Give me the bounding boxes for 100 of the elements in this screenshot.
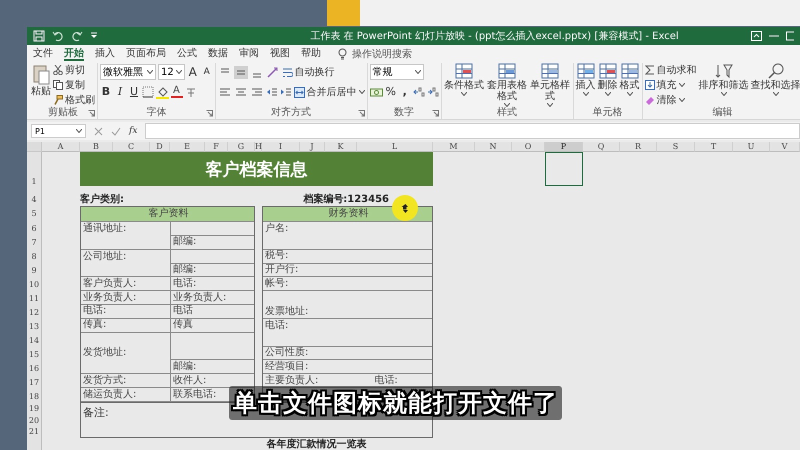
caret-icon[interactable] [76,129,82,133]
ribbon-button[interactable]: 格式刷 [53,93,95,106]
borders-icon[interactable] [142,86,154,98]
caret-icon[interactable] [358,90,365,94]
italic-button[interactable]: I [114,85,126,99]
row-header[interactable]: 16 [27,361,42,375]
column-header[interactable]: E [170,142,205,152]
dialog-launcher-icon[interactable] [358,110,365,117]
undo-icon[interactable] [52,30,64,42]
align-center-icon[interactable] [234,86,248,98]
row-header[interactable]: 9 [27,263,42,277]
enter-icon[interactable] [111,126,121,136]
ribbon-button[interactable]: 排序和筛选 [698,63,749,96]
column-header[interactable]: B [80,142,113,152]
ribbon-display-icon[interactable] [751,31,762,41]
column-header[interactable]: D [150,142,170,152]
caret-icon[interactable] [461,92,468,96]
row-header[interactable]: 15 [27,347,42,361]
row-header[interactable]: 13 [27,319,42,333]
align-middle-icon[interactable] [234,66,248,78]
row-header[interactable]: 4 [27,192,42,206]
cancel-icon[interactable] [94,126,103,136]
column-header[interactable]: L [357,142,433,152]
caret-icon[interactable] [176,70,182,74]
font-color-button[interactable]: A [171,86,183,98]
column-header[interactable]: P [545,142,583,152]
fill-color-icon[interactable] [156,86,169,98]
row-header[interactable]: 11 [27,291,42,305]
column-header[interactable]: C [113,142,150,152]
ribbon-button[interactable]: 剪切 [53,63,95,76]
align-left-icon[interactable] [218,86,232,98]
column-header[interactable]: M [433,142,475,152]
search-box[interactable]: 操作说明搜索 [338,46,412,60]
column-header[interactable]: R [620,142,657,152]
ribbon-button[interactable]: 合并后居中 [294,86,365,98]
ribbon-tab[interactable]: 审阅 [239,46,259,61]
increase-decimal-icon[interactable] [412,86,425,98]
font-size-field[interactable]: 12 [158,64,185,80]
caret-icon[interactable] [678,98,685,102]
bold-button[interactable]: B [100,85,112,99]
ribbon-button[interactable]: 填充 [644,78,697,91]
column-header[interactable]: G [228,142,255,152]
column-header[interactable]: K [325,142,357,152]
row-header[interactable]: 10 [27,277,42,291]
ribbon-button[interactable]: 套用表格格式 [486,63,528,107]
ribbon-tab[interactable]: 文件 [33,46,53,61]
row-header[interactable]: 6 [27,221,42,235]
column-header[interactable]: O [512,142,545,152]
row-header[interactable]: 8 [27,249,42,263]
caret-icon[interactable] [414,70,421,74]
ribbon-tab[interactable]: 插入 [95,46,115,61]
dialog-launcher-icon[interactable] [206,110,213,117]
phonetic-icon[interactable] [185,86,197,98]
maximize-icon[interactable] [786,31,794,41]
column-header[interactable]: N [475,142,512,152]
ribbon-button[interactable]: 自动求和 [644,63,697,76]
row-header[interactable]: 19 [27,403,42,414]
row-header[interactable]: 18 [27,389,42,403]
ribbon-button[interactable]: 条件格式 [444,63,485,96]
formula-input[interactable] [145,123,800,139]
font-name-field[interactable]: 微软雅黑 [100,64,156,80]
ribbon-button[interactable]: 查找和选择 [750,63,800,96]
caret-icon[interactable] [504,103,510,107]
row-header[interactable]: 21 [27,426,42,438]
ribbon-button[interactable]: 插入 [576,63,596,96]
ribbon-button[interactable]: 单元格样式 [530,63,571,107]
insert-function-button[interactable]: fx [129,126,138,136]
dialog-launcher-icon[interactable] [432,110,439,117]
underline-button[interactable]: U [128,85,140,99]
column-header[interactable]: V [770,142,800,152]
column-header[interactable]: F [205,142,228,152]
row-header[interactable]: 5 [27,206,42,221]
customize-icon[interactable] [90,32,98,40]
redo-icon[interactable] [71,30,83,42]
comma-button[interactable]: , [398,85,411,99]
column-header[interactable]: A [42,142,80,152]
decrease-indent-icon[interactable] [266,86,278,98]
row-header[interactable]: 20 [27,414,42,426]
currency-icon[interactable] [370,86,383,98]
text-orientation-icon[interactable] [266,66,280,78]
caret-icon[interactable] [626,92,633,96]
ribbon-button[interactable]: 自动换行 [282,66,335,78]
column-header[interactable]: Q [583,142,620,152]
dialog-launcher-icon[interactable] [88,110,95,117]
column-header[interactable]: T [695,142,733,152]
column-header[interactable]: U [733,142,770,152]
caret-icon[interactable] [720,92,727,96]
caret-icon[interactable] [582,92,589,96]
caret-icon[interactable] [604,92,611,96]
increase-font-button[interactable]: A [186,65,199,79]
ribbon-button[interactable]: 删除 [598,63,618,96]
row-header[interactable]: 17 [27,375,42,389]
caret-icon[interactable] [678,82,685,86]
align-right-icon[interactable] [250,86,264,98]
ribbon-button[interactable]: 粘贴 [31,63,51,97]
increase-indent-icon[interactable] [280,86,292,98]
caret-icon[interactable] [772,92,779,96]
column-header[interactable]: S [657,142,695,152]
decrease-decimal-icon[interactable] [426,86,439,98]
ribbon-tab[interactable]: 公式 [177,46,197,61]
